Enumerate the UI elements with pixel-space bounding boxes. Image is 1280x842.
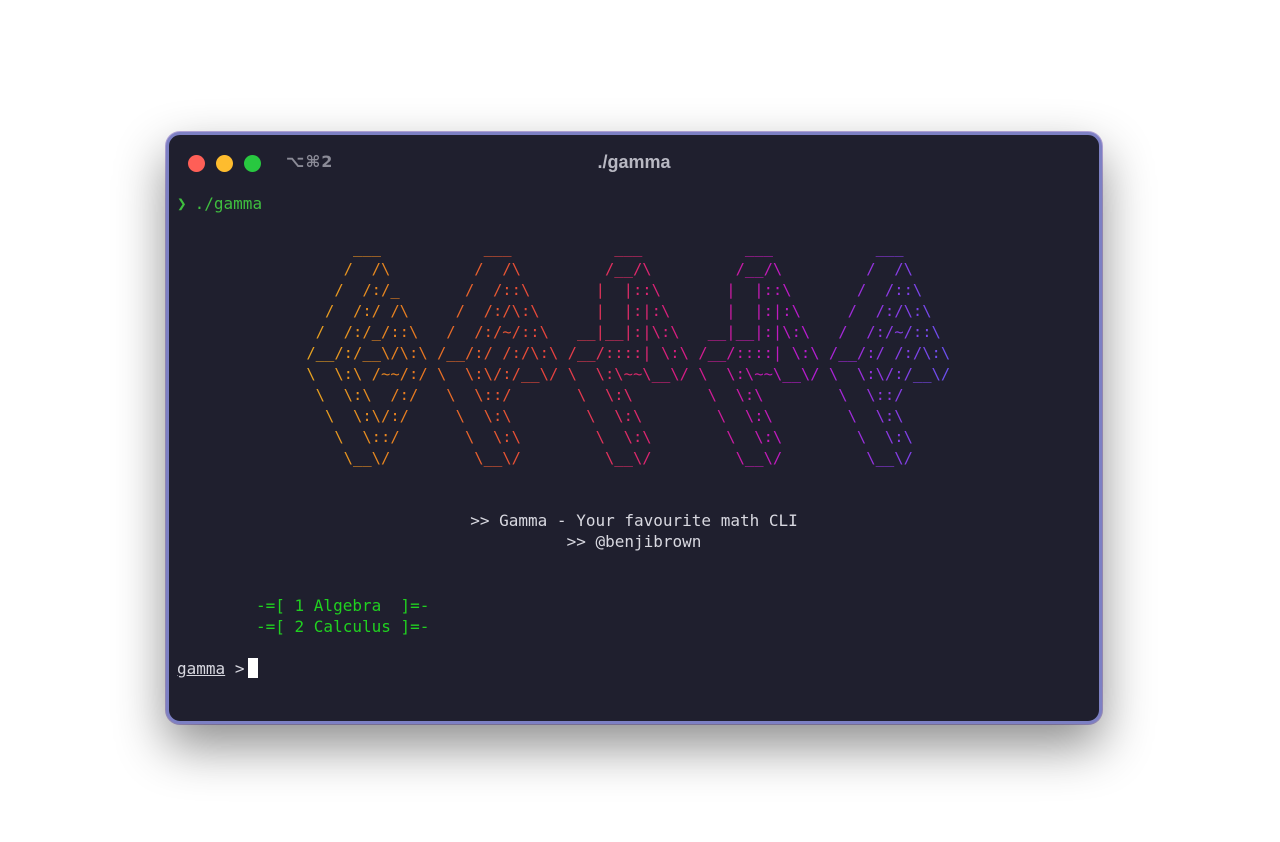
input-prompt-name: gamma bbox=[177, 659, 226, 678]
tagline: >> Gamma - Your favourite math CLI bbox=[470, 511, 798, 530]
desktop-background: ⌥⌘2 ./gamma ❯ ./gamma ___ ___ ___ ___ ___… bbox=[0, 0, 1280, 842]
menu-item-algebra: -=[ 1 Algebra ]=- bbox=[256, 596, 430, 615]
input-prompt-symbol: > bbox=[234, 659, 245, 678]
terminal-window[interactable]: ⌥⌘2 ./gamma ❯ ./gamma ___ ___ ___ ___ ___… bbox=[166, 132, 1102, 724]
executed-command: ./gamma bbox=[194, 194, 263, 213]
input-prompt-line[interactable]: gamma > bbox=[177, 658, 259, 679]
text-cursor bbox=[248, 658, 259, 678]
prompt-chevron-icon: ❯ bbox=[177, 194, 187, 213]
command-line: ❯ ./gamma bbox=[177, 193, 262, 214]
gamma-ascii-logo: ___ ___ ___ ___ ___ / /\ / /\ /__/\ /__/… bbox=[297, 238, 950, 469]
title-bar[interactable]: ⌥⌘2 ./gamma bbox=[169, 135, 1099, 191]
author-handle: >> @benjibrown bbox=[566, 532, 702, 551]
menu-item-calculus: -=[ 2 Calculus ]=- bbox=[256, 617, 430, 636]
window-title: ./gamma bbox=[597, 152, 671, 172]
